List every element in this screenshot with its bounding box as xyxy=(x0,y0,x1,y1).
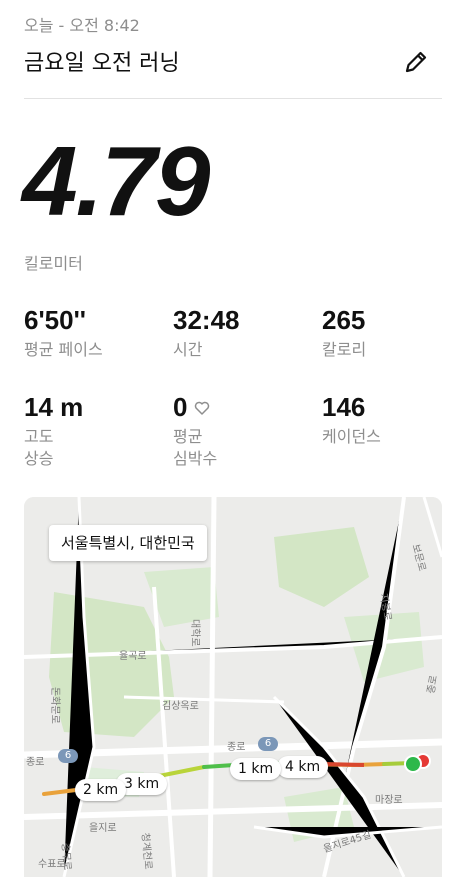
stat-time: 32:48 시간 xyxy=(173,305,240,361)
stat-elevation-label: 고도 상승 xyxy=(24,427,54,468)
km-marker-4: 4 km xyxy=(277,756,329,778)
road-label-majang: 마장로 xyxy=(375,795,403,806)
road-label-yulgok: 율곡로 xyxy=(119,651,147,662)
location-label: 서울특별시, 대한민국 xyxy=(49,525,207,561)
stat-calories: 265 칼로리 xyxy=(322,305,366,361)
stat-calories-label: 칼로리 xyxy=(322,340,367,359)
road-label-supyo: 수표로 xyxy=(38,859,66,870)
stat-time-label: 시간 xyxy=(173,340,203,359)
activity-title: 금요일 오전 러닝 xyxy=(24,51,180,76)
stat-avg-pace: 6'50'' 평균 페이스 xyxy=(24,305,103,361)
stat-heart-rate: 0 평균 심박수 xyxy=(173,392,217,470)
header-subtitle: 오늘 - 오전 8:42 xyxy=(24,16,140,35)
stat-heart-rate-label: 평균 심박수 xyxy=(173,427,218,468)
road-label-jongno-right: 종로 xyxy=(425,674,440,695)
distance-value: 4.79 xyxy=(22,126,210,236)
stat-time-value: 32:48 xyxy=(173,305,240,335)
road-label-cheonggye: 청계천로 xyxy=(139,832,154,870)
road-label-euljiro: 을지로 xyxy=(89,823,117,834)
stat-cadence-value: 146 xyxy=(322,392,366,422)
road-label-gimsangok: 김상옥로 xyxy=(162,701,199,712)
stat-avg-pace-label: 평균 페이스 xyxy=(24,340,103,359)
stat-avg-pace-value: 6'50'' xyxy=(24,305,86,335)
shield-route-6-right: 6 xyxy=(258,737,278,751)
distance-unit: 킬로미터 xyxy=(24,254,83,273)
edit-button[interactable] xyxy=(400,46,432,78)
stat-cadence-label: 케이던스 xyxy=(322,427,381,446)
km-marker-2: 2 km xyxy=(75,779,127,801)
heart-outline-icon xyxy=(195,401,210,415)
start-marker xyxy=(404,755,422,773)
stat-elevation-value: 14 m xyxy=(24,392,84,422)
pencil-icon xyxy=(405,51,427,73)
km-marker-1: 1 km xyxy=(230,758,282,780)
shield-route-6-left: 6 xyxy=(58,749,78,763)
road-label-daehak: 대학로 xyxy=(189,619,200,647)
road-label-jongno-left: 종로 xyxy=(26,757,45,768)
road-label-jongno-center: 종로 xyxy=(227,742,246,753)
header-divider xyxy=(24,98,442,99)
stat-calories-value: 265 xyxy=(322,305,366,335)
route-map[interactable]: 서울특별시, 대한민국 6 6 종로 종로 율곡로 김상옥로 대학로 을지로 마… xyxy=(24,497,442,877)
stat-elevation: 14 m 고도 상승 xyxy=(24,392,83,470)
stat-heart-rate-value: 0 xyxy=(173,392,188,422)
stat-cadence: 146 케이던스 xyxy=(322,392,381,448)
road-label-donhwamun: 돈화문로 xyxy=(49,687,60,724)
